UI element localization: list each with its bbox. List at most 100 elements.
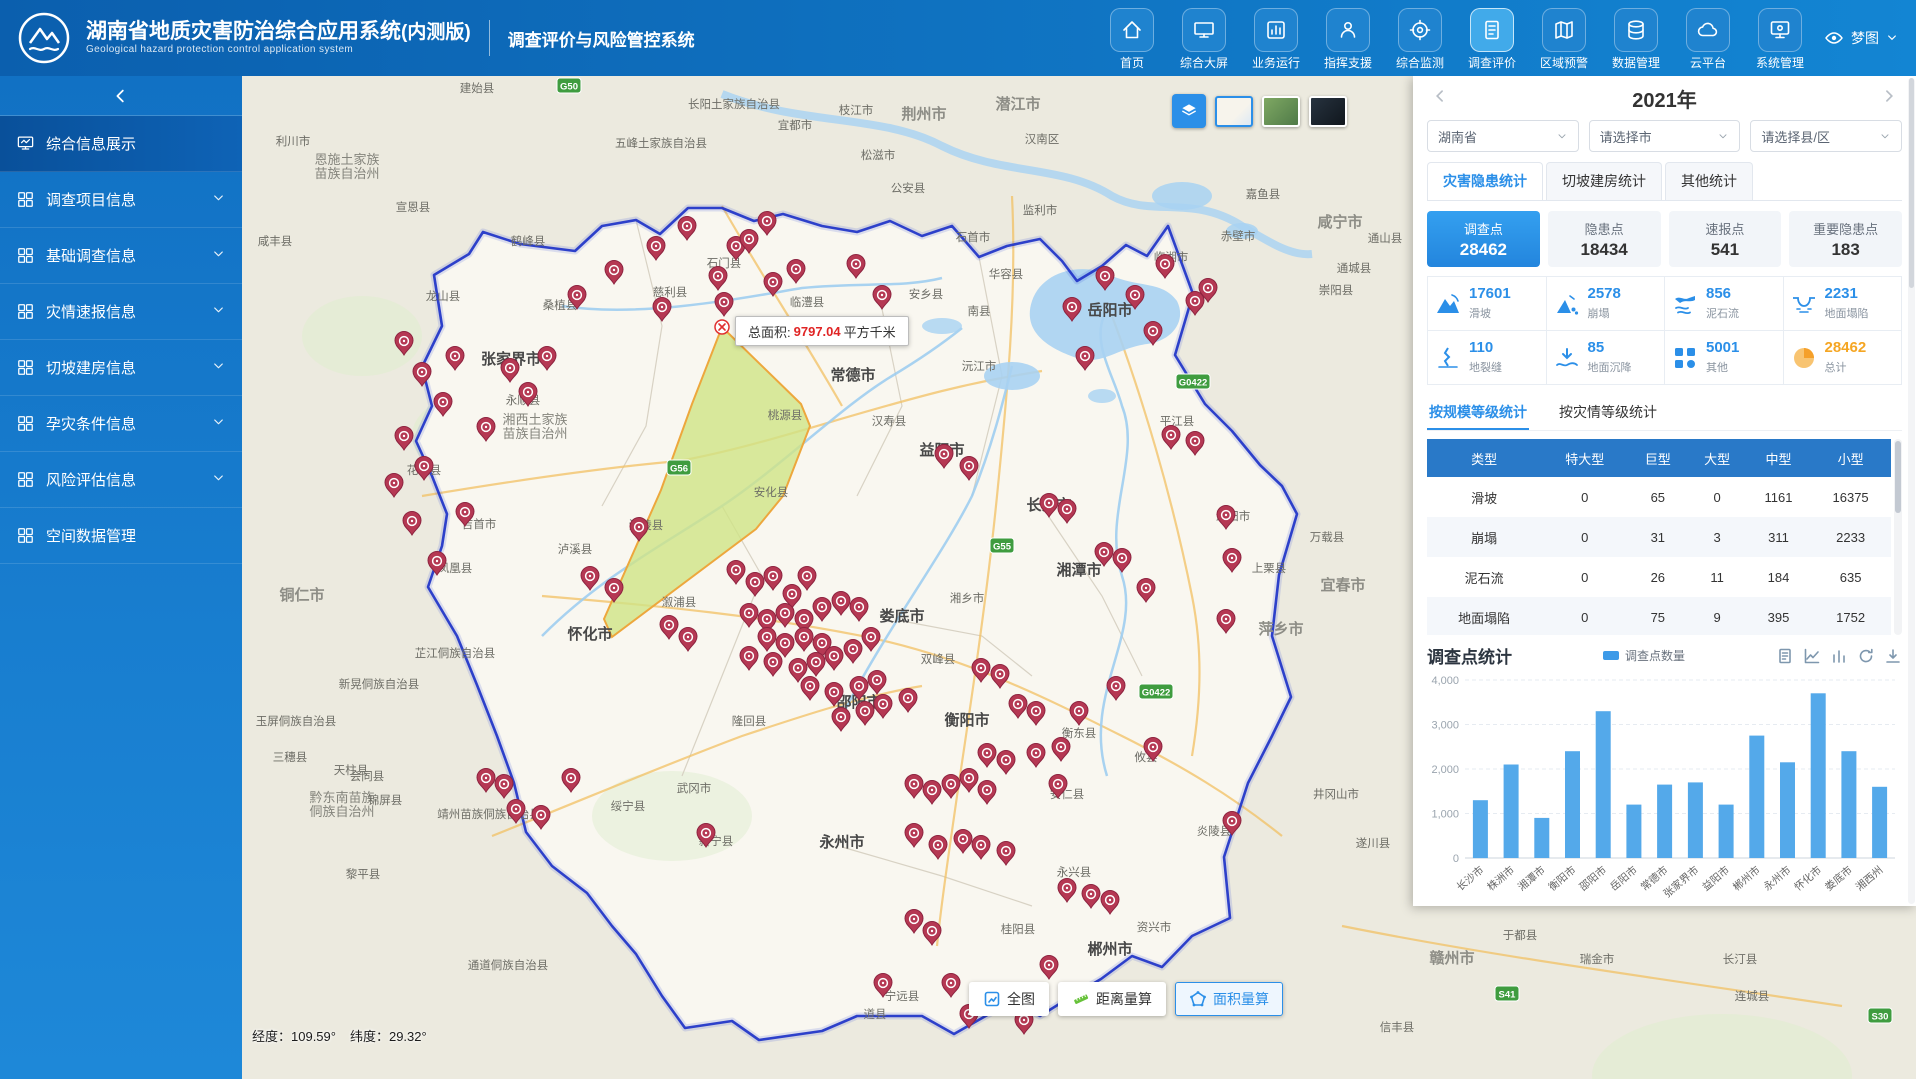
layers-icon: [1179, 101, 1199, 121]
basemap-thumbnail-terrain[interactable]: [1262, 96, 1300, 127]
debrisflow-icon: [1672, 291, 1698, 317]
sidebar-item-4[interactable]: 灾情速报信息: [0, 284, 242, 340]
layers-button[interactable]: [1172, 94, 1206, 128]
report-icon[interactable]: [1776, 647, 1794, 665]
app-subtitle: Geological hazard protection control app…: [86, 44, 471, 56]
nav-item-8[interactable]: 数据管理: [1606, 5, 1666, 71]
other-icon: [1672, 345, 1698, 371]
nav-label: 调查评价: [1462, 54, 1522, 71]
type-stat-label: 其他: [1706, 359, 1739, 375]
tab-2[interactable]: 切坡建房统计: [1546, 162, 1662, 200]
download-icon[interactable]: [1884, 647, 1902, 665]
stat-card-2[interactable]: 隐患点18434: [1548, 211, 1661, 267]
header-nav: 首页综合大屏业务运行指挥支援综合监测调查评价区域预警数据管理云平台系统管理: [1102, 5, 1810, 71]
nav-item-6[interactable]: 调查评价: [1462, 5, 1522, 71]
table-cell: 崩塌: [1427, 517, 1541, 557]
subtab-2[interactable]: 按灾情等级统计: [1557, 395, 1659, 430]
chevron-left-icon: [112, 87, 130, 105]
map-tool-1[interactable]: 全图: [969, 982, 1049, 1016]
nav-item-4[interactable]: 指挥支援: [1318, 5, 1378, 71]
nav-tile: [1326, 8, 1370, 52]
table-cell: 65: [1628, 477, 1687, 517]
header-divider: [489, 20, 490, 56]
map-label: 郴州市: [1087, 940, 1132, 958]
select-value: 请选择县/区: [1761, 127, 1830, 146]
sidebar-item-1[interactable]: 综合信息展示: [0, 116, 242, 172]
refresh-icon[interactable]: [1857, 647, 1875, 665]
panel-scrollbar-thumb[interactable]: [1909, 78, 1914, 288]
chart-bar: [1534, 818, 1549, 858]
nav-item-5[interactable]: 综合监测: [1390, 5, 1450, 71]
chart-bar: [1473, 800, 1488, 858]
map-label: 五峰土家族自治县: [615, 136, 707, 150]
year-prev-button[interactable]: [1427, 86, 1453, 111]
nav-item-9[interactable]: 云平台: [1678, 5, 1738, 71]
collapse-icon: [1554, 291, 1580, 317]
year-next-button[interactable]: [1876, 86, 1902, 111]
y-tick-label: 3,000: [1431, 720, 1459, 732]
polygon-close-button[interactable]: [715, 320, 729, 334]
stat-card-label: 调查点: [1464, 219, 1503, 238]
stat-card-3[interactable]: 速报点541: [1669, 211, 1782, 267]
sidebar-item-3[interactable]: 基础调查信息: [0, 228, 242, 284]
x-tick-label: 益阳市: [1700, 863, 1732, 893]
user-menu[interactable]: 梦图: [1824, 28, 1898, 48]
y-tick-label: 2,000: [1431, 764, 1459, 776]
map-label: 武冈市: [677, 781, 712, 795]
map-label: 萍乡市: [1258, 620, 1303, 638]
grid-icon: [16, 414, 35, 433]
sidebar-item-label: 灾情速报信息: [46, 301, 136, 322]
bar-icon[interactable]: [1830, 647, 1848, 665]
nav-item-1[interactable]: 首页: [1102, 5, 1162, 71]
region-warning-icon: [1552, 18, 1576, 42]
basemap-thumbnail-vector[interactable]: [1215, 96, 1253, 127]
region-select-3[interactable]: 请选择县/区: [1750, 120, 1902, 152]
type-stat-4: 2231地面塌陷: [1784, 277, 1903, 331]
stat-card-label: 重要隐患点: [1813, 219, 1878, 238]
nav-item-2[interactable]: 综合大屏: [1174, 5, 1234, 71]
sidebar: 综合信息展示调查项目信息基础调查信息灾情速报信息切坡建房信息孕灾条件信息风险评估…: [0, 76, 242, 1079]
table-cell: 1161: [1747, 477, 1810, 517]
region-select-1[interactable]: 湖南省: [1427, 120, 1579, 152]
nav-item-3[interactable]: 业务运行: [1246, 5, 1306, 71]
nav-tile: [1182, 8, 1226, 52]
sidebar-item-5[interactable]: 切坡建房信息: [0, 340, 242, 396]
chevron-left-icon: [1433, 88, 1447, 104]
chart-legend[interactable]: 调查点数量: [1512, 647, 1776, 664]
sidebar-item-6[interactable]: 孕灾条件信息: [0, 396, 242, 452]
basemap-thumbnail-satellite[interactable]: [1309, 96, 1347, 127]
fullmap-icon: [983, 990, 1001, 1008]
region-select-2[interactable]: 请选择市: [1589, 120, 1741, 152]
sidebar-item-8[interactable]: 空间数据管理: [0, 508, 242, 564]
stat-card-4[interactable]: 重要隐患点183: [1789, 211, 1902, 267]
map-label: 三穗县: [273, 751, 308, 764]
map-label: 信丰县: [1380, 1021, 1415, 1034]
stat-card-1[interactable]: 调查点28462: [1427, 211, 1540, 267]
type-stat-8: 28462总计: [1784, 331, 1903, 385]
sidebar-item-2[interactable]: 调查项目信息: [0, 172, 242, 228]
map-label: 沅江市: [962, 359, 997, 373]
map-tool-2[interactable]: 距离量算: [1058, 982, 1166, 1016]
type-stat-value: 110: [1469, 340, 1502, 357]
sidebar-item-7[interactable]: 风险评估信息: [0, 452, 242, 508]
chevron-down-icon: [1556, 130, 1568, 142]
map-label: 于都县: [1503, 929, 1538, 942]
tab-1[interactable]: 灾害隐患统计: [1427, 162, 1543, 200]
latitude-value: 纬度：29.32°: [350, 1026, 427, 1045]
map-tool-3[interactable]: 面积量算: [1175, 982, 1283, 1016]
tab-3[interactable]: 其他统计: [1665, 162, 1753, 200]
nav-tile: [1758, 8, 1802, 52]
nav-item-10[interactable]: 系统管理: [1750, 5, 1810, 71]
sidebar-collapse-button[interactable]: [0, 76, 242, 116]
map-label: 咸丰县: [258, 235, 293, 248]
table-scrollbar-thumb[interactable]: [1895, 441, 1901, 513]
type-stat-3: 856泥石流: [1665, 277, 1784, 331]
x-tick-label: 岳阳市: [1607, 863, 1639, 893]
map-label: 瑞金市: [1580, 952, 1615, 966]
subtab-1[interactable]: 按规模等级统计: [1427, 395, 1529, 430]
table-cell: 9: [1687, 597, 1746, 635]
year-selector: 2021年: [1427, 76, 1902, 120]
nav-item-7[interactable]: 区域预警: [1534, 5, 1594, 71]
trend-icon[interactable]: [1803, 647, 1821, 665]
road-badge: G0422: [1139, 684, 1173, 699]
